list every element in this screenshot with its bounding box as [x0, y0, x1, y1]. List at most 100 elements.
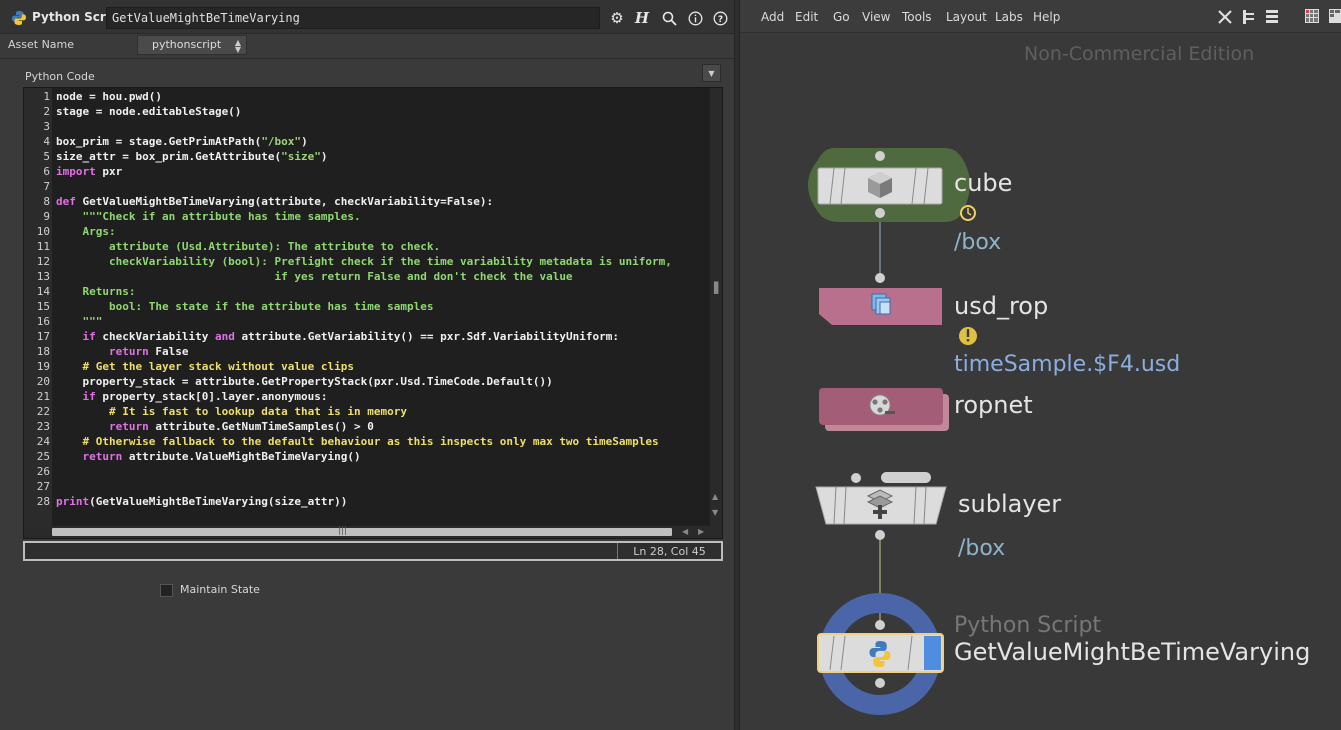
network-editor[interactable]: Add Edit Go View Tools Layout Labs Help … [740, 0, 1341, 730]
parameter-pane: Python Script GetValueMightBeTimeVarying… [0, 0, 734, 730]
code-line: 7 [24, 179, 710, 194]
output-connector[interactable] [875, 208, 885, 218]
code-text: """ [56, 315, 103, 328]
code-text: print(GetValueMightBeTimeVarying(size_at… [56, 495, 348, 508]
code-text: def GetValueMightBeTimeVarying(attribute… [56, 195, 494, 208]
line-number: 4 [43, 135, 50, 148]
code-text: stage = node.editableStage() [56, 105, 242, 118]
code-line: 22 # It is fast to lookup data that is i… [24, 404, 710, 419]
line-number: 14 [36, 285, 50, 298]
line-number: 10 [36, 225, 50, 238]
scroll-down-icon[interactable]: ▼ [712, 508, 718, 517]
output-connector[interactable] [875, 530, 885, 540]
line-number: 19 [36, 360, 50, 373]
code-line: 6 import pxr [24, 164, 710, 179]
code-text: # Otherwise fallback to the default beha… [56, 435, 659, 448]
code-line: 16 """ [24, 314, 710, 329]
code-line: 13 if yes return False and don't check t… [24, 269, 710, 284]
code-menu-button[interactable]: ▼ [702, 64, 721, 82]
input-connector[interactable] [851, 473, 861, 483]
code-line: 2 stage = node.editableStage() [24, 104, 710, 119]
grip-icon: ||| [338, 526, 348, 536]
code-text: import pxr [56, 165, 123, 178]
display-flag[interactable] [924, 636, 941, 670]
code-line: 4 box_prim = stage.GetPrimAtPath("/box") [24, 134, 710, 149]
code-line: 24 # Otherwise fallback to the default b… [24, 434, 710, 449]
line-number: 21 [36, 390, 50, 403]
code-text: property_stack = attribute.GetPropertySt… [56, 375, 553, 388]
time-dependent-icon [960, 205, 976, 221]
input-connector[interactable] [875, 273, 885, 283]
gear-icon[interactable]: ⚙ [608, 9, 626, 27]
code-line: 11 attribute (Usd.Attribute): The attrib… [24, 239, 710, 254]
scroll-left-icon[interactable]: ◀ [682, 527, 688, 536]
code-line: 26 [24, 464, 710, 479]
info-icon[interactable] [686, 9, 704, 27]
line-number: 25 [36, 450, 50, 463]
line-number: 26 [36, 465, 50, 478]
code-line: 28 print(GetValueMightBeTimeVarying(size_… [24, 494, 710, 509]
code-text: node = hou.pwd() [56, 90, 162, 103]
node-name-field[interactable]: GetValueMightBeTimeVarying [106, 7, 600, 29]
code-line: 8 def GetValueMightBeTimeVarying(attribut… [24, 194, 710, 209]
node-type-label-python: Python Script [954, 613, 1102, 638]
multi-input-connector[interactable] [881, 472, 931, 483]
code-editor[interactable]: 1 node = hou.pwd() 2 stage = node.editableS… [23, 87, 723, 539]
help-icon[interactable]: ? [711, 9, 729, 27]
code-text: Args: [56, 225, 116, 238]
maintain-state-label: Maintain State [180, 583, 260, 596]
warning-icon [959, 327, 977, 345]
code-text: """Check if an attribute has time sample… [56, 210, 361, 223]
code-line: 27 [24, 479, 710, 494]
node-ropnet[interactable] [819, 388, 949, 431]
chevron-down-icon: ▼ [708, 68, 715, 78]
node-sub-usd-rop: timeSample.$F4.usd [954, 352, 1181, 377]
input-connector[interactable] [875, 620, 885, 630]
code-lines: 1 node = hou.pwd() 2 stage = node.editableS… [24, 89, 710, 509]
code-text: checkVariability (bool): Preflight check… [56, 255, 672, 268]
python-icon [12, 11, 26, 25]
node-sub-sublayer: /box [958, 536, 1006, 561]
output-connector[interactable] [875, 678, 885, 688]
code-line: 15 bool: The state if the attribute has … [24, 299, 710, 314]
line-number: 27 [36, 480, 50, 493]
code-line: 3 [24, 119, 710, 134]
node-usd-rop[interactable] [819, 273, 942, 325]
asset-name-label: Asset Name [8, 38, 75, 51]
code-line: 12 checkVariability (bool): Preflight ch… [24, 254, 710, 269]
line-number: 16 [36, 315, 50, 328]
horizontal-scrollbar[interactable]: ||| ◀ ▶ [24, 526, 722, 538]
node-label-cube: cube [954, 169, 1013, 197]
code-text: return attribute.GetNumTimeSamples() > 0 [108, 420, 374, 433]
code-text: Returns: [56, 285, 136, 298]
line-number: 12 [36, 255, 50, 268]
horizontal-scroll-thumb[interactable] [52, 528, 672, 536]
input-connector[interactable] [875, 151, 885, 161]
code-text: if checkVariability and attribute.GetVar… [82, 330, 619, 343]
code-text: # It is fast to lookup data that is in m… [56, 405, 407, 418]
code-line: 9 """Check if an attribute has time samp… [24, 209, 710, 224]
line-number: 20 [36, 375, 50, 388]
vertical-scrollbar[interactable]: ▪ ▪ ▪ ▲ ▼ [710, 88, 722, 526]
code-line: 25 return attribute.ValueMightBeTimeVary… [24, 449, 710, 464]
line-number: 2 [43, 105, 50, 118]
maintain-state-checkbox[interactable] [160, 584, 173, 597]
node-sublayer[interactable] [815, 472, 947, 540]
line-number: 8 [43, 195, 50, 208]
code-line: 19 # Get the layer stack without value c… [24, 359, 710, 374]
line-number: 11 [36, 240, 50, 253]
scroll-right-icon[interactable]: ▶ [698, 527, 704, 536]
code-text: bool: The state if the attribute has tim… [56, 300, 434, 313]
scroll-up-icon[interactable]: ▲ [712, 492, 718, 501]
line-number: 24 [36, 435, 50, 448]
node-cube[interactable] [808, 148, 970, 222]
line-number: 13 [36, 270, 50, 283]
code-text: box_prim = stage.GetPrimAtPath("/box") [56, 135, 308, 148]
node-label-python-script: GetValueMightBeTimeVarying [954, 638, 1311, 666]
grip-icon: ▪ ▪ ▪ [712, 279, 720, 297]
line-number: 5 [43, 150, 50, 163]
line-number: 3 [43, 120, 50, 133]
search-icon[interactable] [660, 9, 678, 27]
asset-name-select[interactable]: pythonscript ▲ ▼ [137, 35, 247, 55]
houdini-help-icon[interactable]: H [633, 9, 651, 27]
